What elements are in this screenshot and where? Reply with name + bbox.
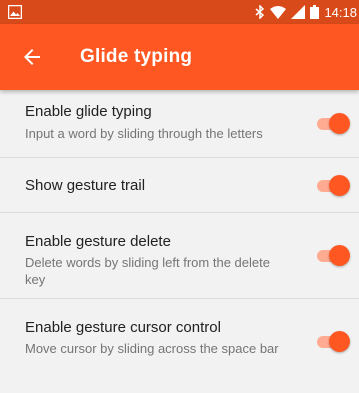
setting-summary: Delete words by sliding left from the de… — [25, 255, 270, 287]
toggle-thumb — [329, 175, 350, 196]
toggle-thumb — [329, 331, 350, 352]
setting-summary: Move cursor by sliding across the space … — [25, 341, 279, 356]
setting-enable-gesture-delete[interactable]: Enable gesture delete Delete words by sl… — [0, 213, 359, 299]
status-bar: 14:18 — [0, 0, 359, 24]
setting-show-gesture-trail[interactable]: Show gesture trail — [0, 158, 359, 213]
status-time: 14:18 — [324, 4, 357, 20]
image-icon — [8, 5, 22, 19]
setting-title: Enable glide typing — [25, 103, 152, 120]
toggle-thumb — [329, 113, 350, 134]
setting-enable-gesture-cursor-control[interactable]: Enable gesture cursor control Move curso… — [0, 299, 359, 393]
toggle-thumb — [329, 245, 350, 266]
wifi-icon — [270, 5, 287, 19]
setting-title: Enable gesture cursor control — [25, 319, 221, 336]
page-title: Glide typing — [80, 46, 193, 67]
setting-summary: Input a word by sliding through the lett… — [25, 126, 263, 141]
setting-title: Enable gesture delete — [25, 233, 171, 250]
signal-icon — [291, 5, 306, 19]
settings-list: Enable glide typing Input a word by slid… — [0, 90, 359, 393]
bluetooth-icon — [255, 5, 265, 19]
battery-icon — [310, 5, 320, 19]
gesture-trail-toggle[interactable] — [315, 174, 351, 196]
gesture-delete-toggle[interactable] — [315, 244, 351, 266]
glide-typing-toggle[interactable] — [315, 112, 351, 134]
arrow-back-icon[interactable] — [20, 45, 44, 69]
setting-title: Show gesture trail — [25, 177, 146, 194]
gesture-cursor-toggle[interactable] — [315, 330, 351, 352]
toolbar: Glide typing — [0, 24, 359, 90]
setting-enable-glide-typing[interactable]: Enable glide typing Input a word by slid… — [0, 90, 359, 158]
